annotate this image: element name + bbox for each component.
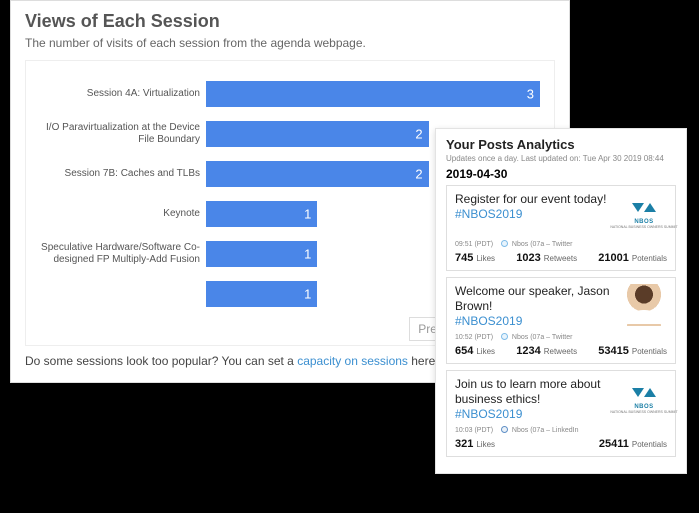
post-meta: 10:52 (PDT) Nbos (07a – Twitter [455, 333, 667, 341]
twitter-icon [501, 333, 508, 340]
bar-value: 1 [304, 247, 311, 262]
post-stats: 654Likes1234Retweets53415Potentials [455, 345, 667, 357]
post-card[interactable]: Register for our event today!#NBOS2019NB… [446, 185, 676, 271]
bar-label: Speculative Hardware/Software Co-designe… [31, 242, 206, 266]
bar-label: Keynote [31, 208, 206, 220]
hashtag[interactable]: #NBOS2019 [455, 314, 522, 328]
post-meta: 10:03 (PDT) Nbos (07a – LinkedIn [455, 426, 667, 434]
post-text: Register for our event today!#NBOS2019 [455, 192, 615, 234]
hashtag[interactable]: #NBOS2019 [455, 207, 522, 221]
nbos-logo: NBOSNATIONAL BUSINESS OWNERS SUMMIT [621, 192, 667, 236]
analytics-updated: Updates once a day. Last updated on: Tue… [446, 154, 676, 163]
bar[interactable]: 1 [206, 201, 317, 227]
bar-label: Session 4A: Virtualization [31, 88, 206, 100]
analytics-title: Your Posts Analytics [446, 137, 676, 152]
capacity-link[interactable]: capacity on sessions [297, 354, 408, 368]
bar-value: 1 [304, 207, 311, 222]
footnote-pre: Do some sessions look too popular? You c… [25, 354, 297, 368]
linkedin-icon [501, 426, 508, 433]
bar-label: I/O Paravirtualization at the Device Fil… [31, 122, 206, 146]
bar[interactable]: 1 [206, 281, 317, 307]
twitter-icon [501, 240, 508, 247]
post-stats: 745Likes1023Retweets21001Potentials [455, 252, 667, 264]
posts-analytics-panel: Your Posts Analytics Updates once a day.… [435, 128, 687, 474]
hashtag[interactable]: #NBOS2019 [455, 407, 522, 421]
analytics-date: 2019-04-30 [446, 167, 676, 181]
panel-desc: The number of visits of each session fro… [25, 36, 555, 50]
bar-value: 1 [304, 287, 311, 302]
panel-title: Views of Each Session [25, 11, 555, 32]
post-card[interactable]: Welcome our speaker, Jason Brown!#NBOS20… [446, 277, 676, 364]
bar-row: Session 4A: Virtualization3 [206, 81, 540, 107]
post-text: Join us to learn more about business eth… [455, 377, 615, 422]
post-card[interactable]: Join us to learn more about business eth… [446, 370, 676, 457]
bar[interactable]: 3 [206, 81, 540, 107]
speaker-avatar [621, 284, 667, 328]
bar[interactable]: 1 [206, 241, 317, 267]
bar[interactable]: 2 [206, 161, 429, 187]
footnote-post: here! [408, 354, 439, 368]
post-text: Welcome our speaker, Jason Brown!#NBOS20… [455, 284, 615, 329]
nbos-logo: NBOSNATIONAL BUSINESS OWNERS SUMMIT [621, 377, 667, 421]
bar-value: 2 [415, 167, 422, 182]
bar-value: 3 [527, 87, 534, 102]
bar-value: 2 [415, 127, 422, 142]
bar-label: Session 7B: Caches and TLBs [31, 168, 206, 180]
bar[interactable]: 2 [206, 121, 429, 147]
post-stats: 321Likes25411Potentials [455, 438, 667, 450]
post-meta: 09:51 (PDT) Nbos (07a – Twitter [455, 240, 667, 248]
